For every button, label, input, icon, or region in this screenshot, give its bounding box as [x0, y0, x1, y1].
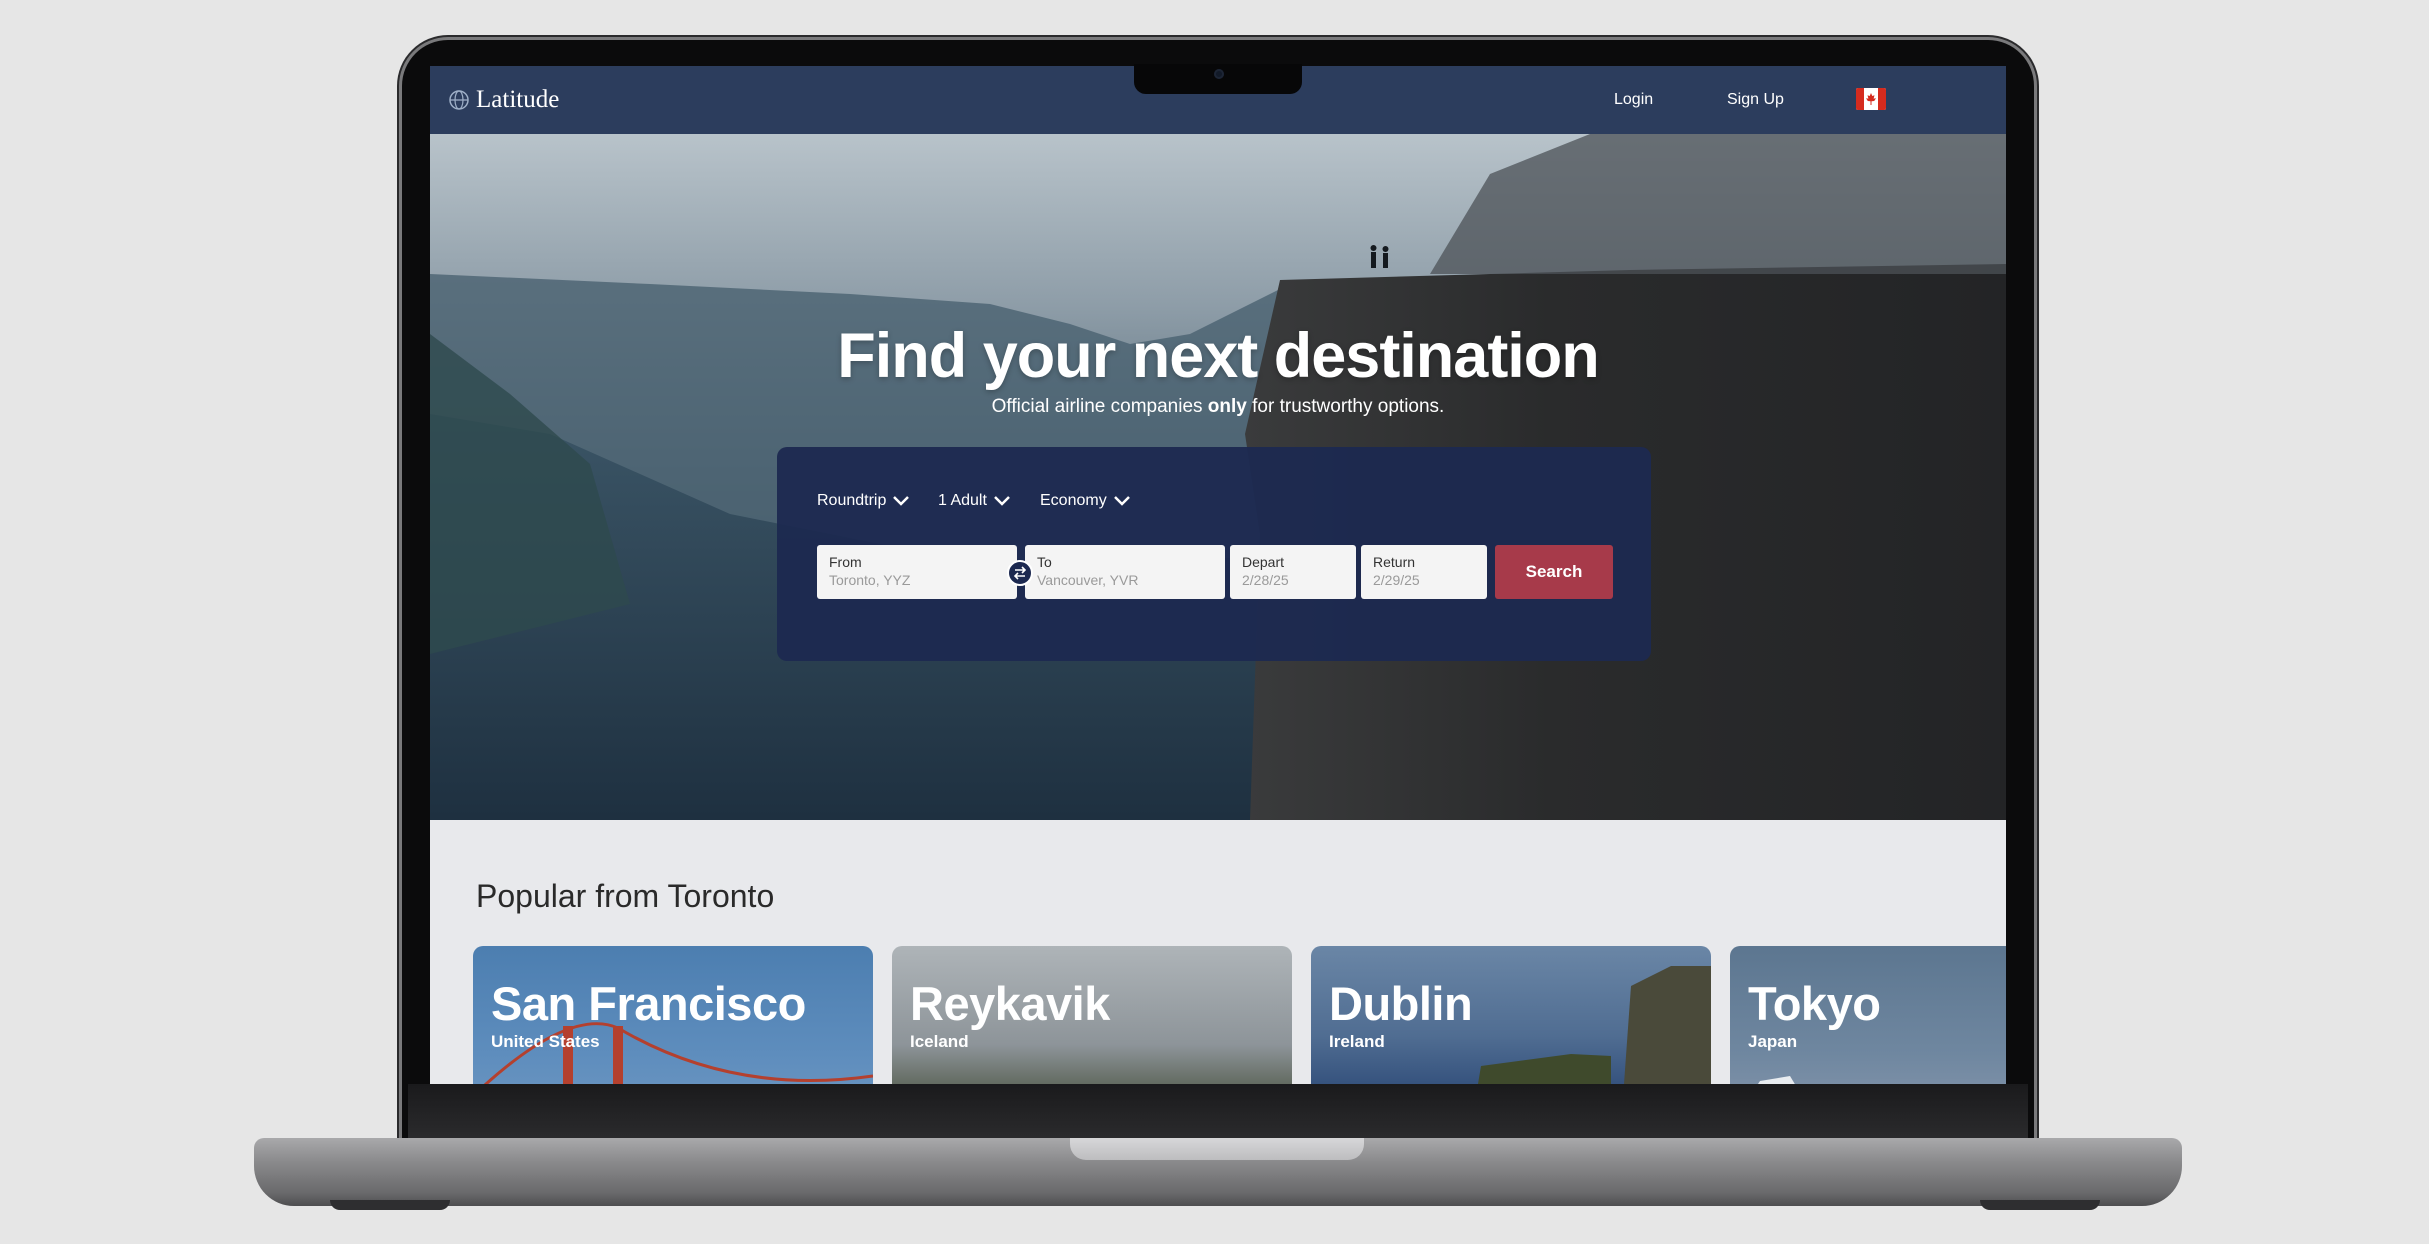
laptop-chin	[408, 1084, 2028, 1140]
destination-card-dublin[interactable]: Dublin Ireland	[1311, 946, 1711, 1084]
trip-type-dropdown[interactable]: Roundtrip	[817, 492, 910, 510]
card-country: Ireland	[1329, 1032, 1385, 1051]
destination-card-reykavik[interactable]: Reykavik Iceland	[892, 946, 1292, 1084]
return-date-field[interactable]: Return 2/29/25	[1361, 545, 1487, 599]
camera-icon	[1214, 69, 1224, 79]
laptop-opening-notch	[1070, 1138, 1364, 1160]
laptop-foot	[1980, 1200, 2100, 1210]
card-city: Tokyo	[1748, 977, 1881, 1030]
signup-link[interactable]: Sign Up	[1727, 91, 1784, 109]
cabin-class-dropdown[interactable]: Economy	[1040, 492, 1131, 510]
brand-logo[interactable]: Latitude	[448, 86, 559, 114]
to-placeholder: Vancouver, YVR	[1037, 572, 1139, 588]
from-placeholder: Toronto, YYZ	[829, 572, 911, 588]
laptop-foot	[330, 1200, 450, 1210]
to-field[interactable]: To Vancouver, YVR	[1025, 545, 1225, 599]
passengers-dropdown[interactable]: 1 Adult	[938, 492, 1011, 510]
card-city: Dublin	[1329, 977, 1473, 1030]
flight-search-panel: Roundtrip 1 Adult Economy From Toronto, …	[777, 447, 1651, 661]
popular-section-title: Popular from Toronto	[476, 878, 775, 914]
globe-icon	[449, 90, 469, 110]
cabin-class-value: Economy	[1040, 492, 1107, 509]
depart-placeholder: 2/28/25	[1242, 572, 1289, 588]
destination-card-tokyo[interactable]: Tokyo Japan	[1730, 946, 2006, 1084]
destination-card-san-francisco[interactable]: San Francisco United States	[473, 946, 873, 1084]
card-city: Reykavik	[910, 977, 1110, 1030]
hero-title: Find your next destination	[837, 321, 1600, 391]
from-field[interactable]: From Toronto, YYZ	[817, 545, 1017, 599]
return-placeholder: 2/29/25	[1373, 572, 1420, 588]
to-label: To	[1037, 554, 1052, 570]
brand-name: Latitude	[476, 86, 560, 113]
passengers-value: 1 Adult	[938, 492, 987, 509]
chevron-down-icon	[994, 496, 1010, 506]
search-button[interactable]: Search	[1495, 545, 1613, 599]
hero-section: Find your next destination Official airl…	[430, 134, 2006, 820]
camera-notch	[1134, 64, 1302, 94]
swap-airports-button[interactable]	[1007, 560, 1033, 586]
card-country: United States	[491, 1032, 600, 1051]
login-link[interactable]: Login	[1614, 91, 1653, 109]
card-country: Iceland	[910, 1032, 969, 1051]
laptop-screen: Latitude Login Sign Up Find your next de…	[430, 66, 2006, 1084]
chevron-down-icon	[1113, 496, 1130, 506]
canada-flag-icon[interactable]	[1856, 88, 1886, 110]
chevron-down-icon	[893, 496, 910, 506]
return-label: Return	[1373, 554, 1416, 570]
trip-type-value: Roundtrip	[817, 492, 887, 509]
card-country: Japan	[1748, 1032, 1798, 1051]
hero-subtitle: Official airline companies only for trus…	[991, 396, 1445, 417]
from-label: From	[829, 554, 862, 570]
depart-label: Depart	[1242, 554, 1285, 570]
card-city: San Francisco	[491, 977, 806, 1030]
depart-date-field[interactable]: Depart 2/28/25	[1230, 545, 1356, 599]
swap-icon	[1013, 566, 1027, 580]
